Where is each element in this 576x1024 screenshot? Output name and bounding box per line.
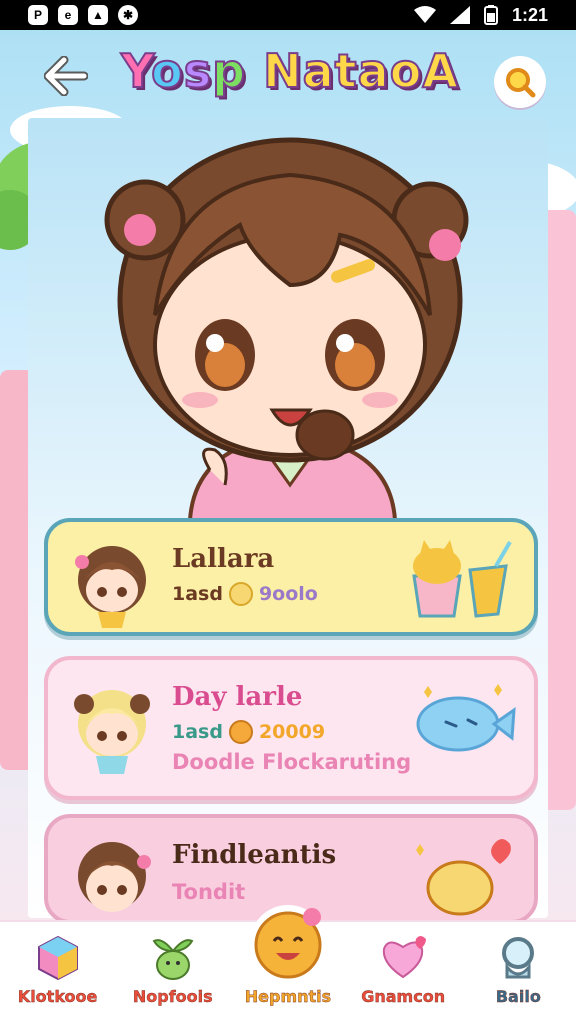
- cube-icon: [37, 935, 78, 981]
- character-card[interactable]: Day larle 1asd 20009 Doodle Flockaruting: [44, 656, 538, 800]
- hero-character: [104, 137, 469, 520]
- character-avatar: [78, 842, 151, 912]
- bottom-navigation: Klotkooe Nopfoois Hepmntis Gnamcon Bailo: [0, 905, 576, 1024]
- character-avatar: [74, 690, 150, 774]
- search-button[interactable]: [494, 56, 546, 108]
- sync-icon: e: [58, 5, 78, 25]
- nav-item-klotkooe[interactable]: Klotkooe: [3, 933, 113, 1006]
- heart-coin-icon: [228, 582, 253, 606]
- cat-cupcake-icon: [412, 540, 512, 618]
- nav-item-hepmntis[interactable]: Hepmntis: [233, 905, 343, 1006]
- back-button[interactable]: [42, 52, 90, 100]
- heart-icon: [383, 936, 427, 979]
- nav-label: Bailo: [495, 987, 541, 1006]
- nav-label: Gnamcon: [361, 987, 446, 1006]
- stat-prefix: 1asd: [172, 583, 223, 605]
- nav-item-bailo[interactable]: Bailo: [463, 933, 573, 1006]
- arrow-left-icon: [44, 56, 88, 96]
- image-icon: ▲: [88, 5, 108, 25]
- nav-item-gnamcon[interactable]: Gnamcon: [348, 933, 458, 1006]
- coin-icon: [228, 720, 253, 744]
- search-icon: [506, 68, 536, 98]
- nav-item-nopfoois[interactable]: Nopfoois: [118, 933, 228, 1006]
- character-avatar: [75, 546, 146, 628]
- nav-label: Klotkooe: [17, 987, 98, 1006]
- blue-fish-icon: [416, 684, 516, 752]
- character-card[interactable]: Lallara 1asd 9oolo: [44, 518, 538, 636]
- nav-label: Nopfoois: [132, 987, 213, 1006]
- clock: 1:21: [511, 4, 548, 25]
- profile-search-icon: [502, 937, 535, 979]
- sprout-creature-icon: [152, 939, 194, 980]
- happy-face-icon: [249, 905, 326, 981]
- notification-icon: P: [28, 5, 48, 25]
- stat-value: 20009: [258, 721, 326, 743]
- stat-value: 9oolo: [258, 583, 318, 605]
- settings-icon: ✱: [118, 5, 138, 25]
- wifi-icon: [413, 6, 436, 23]
- nav-label: Hepmntis: [244, 987, 332, 1006]
- signal-icon: [449, 6, 470, 24]
- battery-icon: [483, 5, 498, 25]
- stat-prefix: 1asd: [172, 721, 223, 743]
- pet-with-heart-icon: [416, 839, 511, 916]
- game-title: Yosp NataoA: [120, 43, 459, 99]
- status-bar: P e ▲ ✱ 1:21: [0, 0, 576, 30]
